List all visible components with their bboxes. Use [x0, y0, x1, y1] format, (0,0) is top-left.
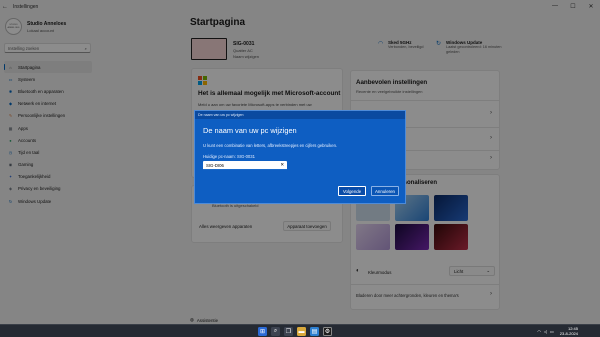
battery-icon[interactable]: ▭ [550, 329, 554, 334]
start-icon[interactable]: ⊞ [258, 327, 267, 336]
cancel-button[interactable]: Annuleren [371, 186, 399, 196]
dialog-title: De naam van uw pc wijzigen [203, 126, 297, 135]
volume-icon[interactable]: ◁ [544, 329, 547, 334]
taskbar: ⊞ ⌕ ❐ ▬ ▤ ⚙ ◠ ◁ ▭ 12:45 23-8-2024 [0, 324, 600, 337]
wifi-tray-icon[interactable]: ◠ [537, 329, 541, 334]
current-pc-name: Huidige pc-naam: SIG-0031 [203, 154, 255, 159]
clear-icon[interactable]: ✕ [280, 162, 284, 168]
dialog-subtitle: U kunt een combinatie van letters, afbre… [203, 143, 338, 148]
pc-name-input[interactable]: SIG-DI06 ✕ [203, 161, 287, 170]
store-icon[interactable]: ▤ [310, 327, 319, 336]
search-taskbar-icon[interactable]: ⌕ [271, 327, 280, 336]
next-button[interactable]: Volgende [338, 186, 366, 196]
file-explorer-icon[interactable]: ▬ [297, 327, 306, 336]
pc-name-value: SIG-DI06 [206, 162, 224, 168]
dialog-topbar: De naam van uw pc wijzigen [195, 111, 405, 119]
system-tray: ◠ ◁ ▭ 12:45 23-8-2024 [537, 326, 578, 336]
settings-icon[interactable]: ⚙ [323, 327, 332, 336]
rename-pc-dialog: De naam van uw pc wijzigen De naam van u… [194, 110, 406, 204]
clock[interactable]: 12:45 23-8-2024 [560, 326, 578, 336]
task-view-icon[interactable]: ❐ [284, 327, 293, 336]
clock-date: 23-8-2024 [559, 331, 578, 336]
